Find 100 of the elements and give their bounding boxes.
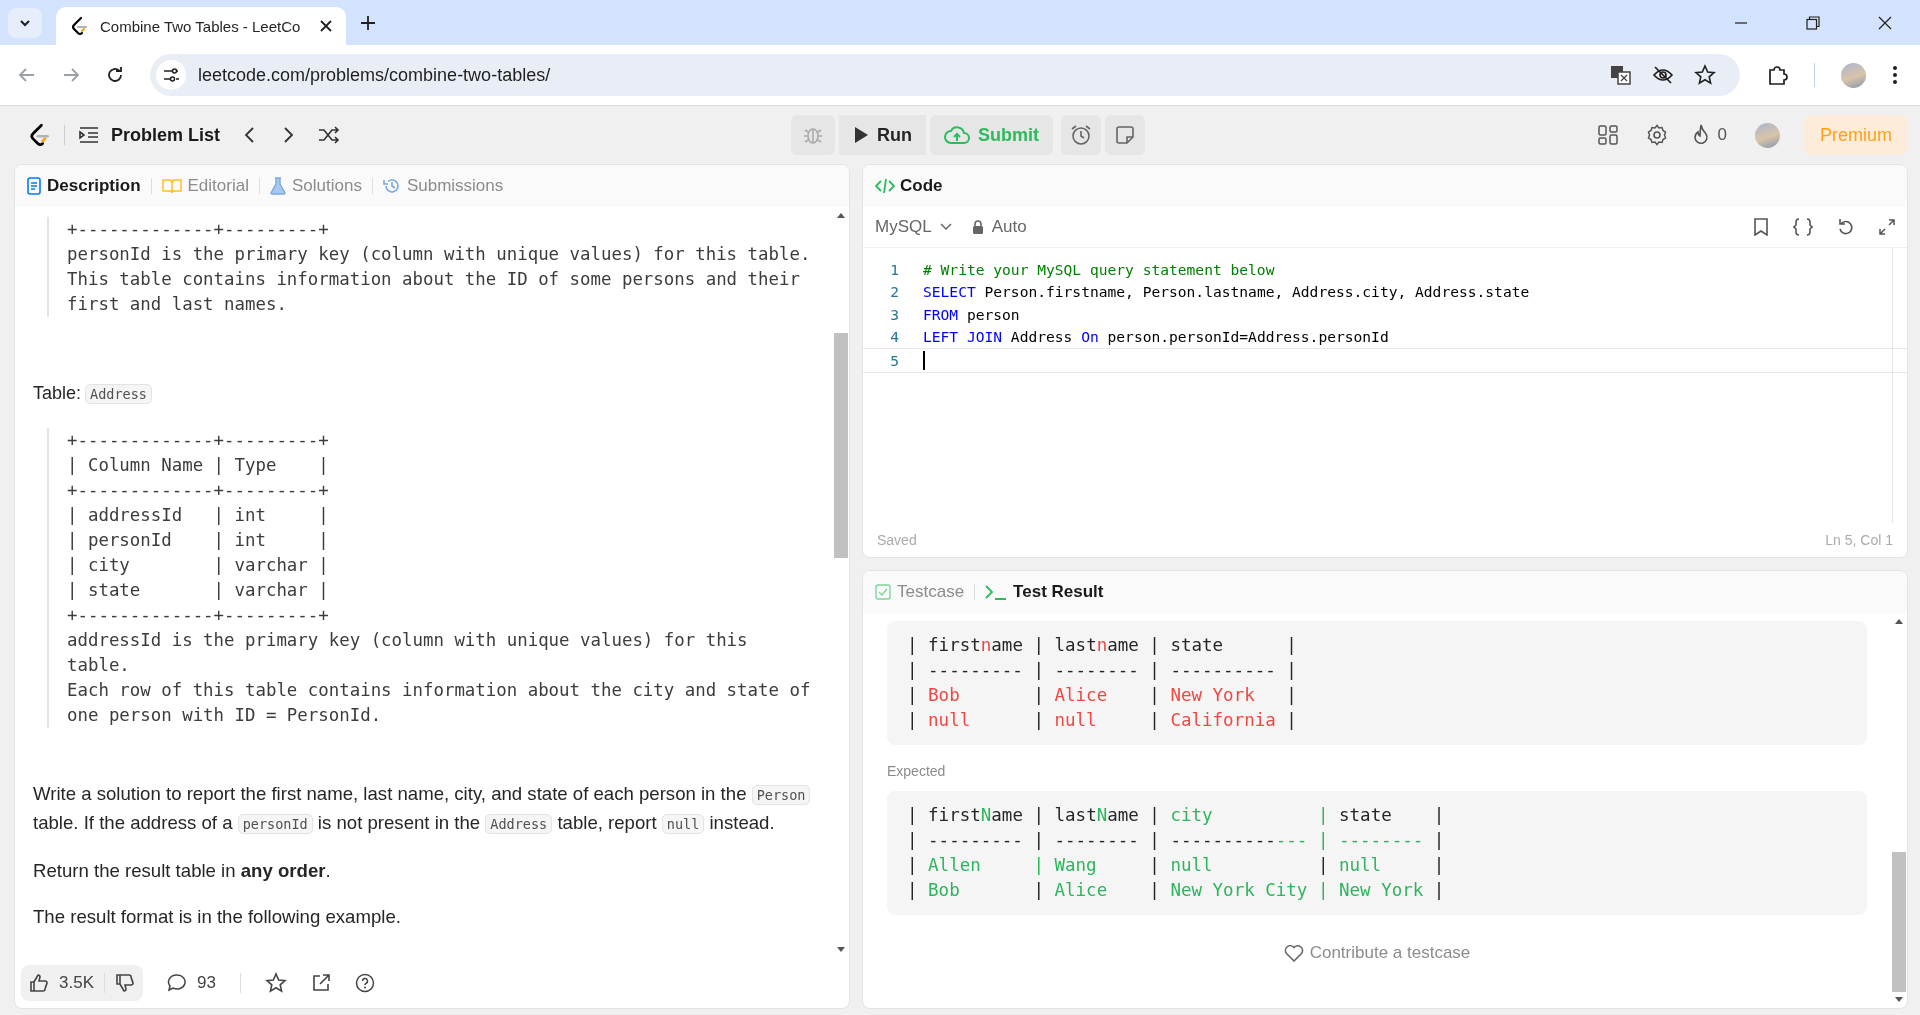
expected-line: | Bob | Alice | New York City | New York | [907, 879, 1446, 902]
close-icon[interactable] [1878, 15, 1892, 30]
preformatted-line: This table contains information about the ID of some persons and their [67, 268, 801, 291]
paragraph: Write a solution to report the first name, last name, city, and state of each person in the Person table. If the address of a personId is not present in the Address table, report null instead. [33, 780, 815, 838]
logo-icon [70, 16, 88, 36]
flame-icon [1691, 124, 1710, 146]
layout-icon[interactable] [1597, 125, 1618, 145]
preformatted-line: | Column Name | Type | [67, 454, 330, 477]
cursor-position: Ln 5, Col 1 [1825, 532, 1893, 548]
dislike-button[interactable] [115, 973, 135, 993]
preformatted-line: one person with ID = PersonId. [67, 704, 383, 727]
lock-icon [971, 220, 984, 234]
preformatted-line: table. [67, 654, 131, 677]
comments-button[interactable]: 93 [167, 973, 216, 993]
expected-line: | --------- | -------- | ------------- | -------- | [907, 829, 1446, 852]
scrollbar-thumb[interactable] [1892, 852, 1906, 992]
contribute-testcase-link[interactable]: Contribute a testcase [1283, 943, 1471, 963]
puzzle-icon[interactable] [1766, 64, 1788, 86]
preformatted-line: | state | varchar | [67, 579, 330, 602]
star-icon[interactable] [264, 972, 287, 994]
forward-icon[interactable] [62, 66, 80, 84]
timer-button[interactable] [1061, 115, 1101, 155]
expected-line: | Allen | Wang | null | null | [907, 854, 1446, 877]
scrollbar-thumb[interactable] [834, 333, 848, 558]
code-line: SELECT Person.firstname, Person.lastname, Address.city, Address.state [923, 283, 1530, 301]
save-status: Saved [877, 532, 917, 548]
braces-icon[interactable] [1793, 218, 1813, 236]
preformatted-line: | personId | int | [67, 529, 330, 552]
reload-icon[interactable] [106, 66, 124, 84]
history-icon [382, 177, 401, 195]
output-line: | --------- | -------- | ---------- | [907, 659, 1298, 682]
output-line: | null | null | California | [907, 709, 1298, 732]
preformatted-line: addressId is the primary key (column with unique values) for this [67, 629, 749, 652]
scroll-down-icon[interactable] [1894, 996, 1904, 1004]
tab-title: Combine Two Tables - LeetCo [100, 17, 302, 35]
settings-icon[interactable] [1645, 124, 1668, 146]
shuffle-icon[interactable] [318, 126, 341, 144]
share-icon[interactable] [310, 973, 331, 993]
restore-icon[interactable] [1806, 15, 1820, 30]
problem-list-button[interactable]: Problem List [79, 124, 221, 146]
document-icon [27, 177, 41, 195]
bookmark-icon[interactable] [1753, 218, 1769, 236]
help-icon[interactable] [354, 973, 375, 993]
panel-tab[interactable]: Description [27, 176, 141, 196]
output-line: | firstname | lastname | state | [907, 634, 1298, 657]
run-button[interactable]: Run [839, 115, 926, 155]
back-icon[interactable] [18, 66, 36, 84]
terminal-icon [985, 584, 1008, 600]
preformatted-line: +-------------+---------+ [67, 218, 330, 241]
preformatted-line: | addressId | int | [67, 504, 330, 527]
note-icon [1115, 125, 1135, 145]
code-line: FROM person [923, 305, 1020, 323]
tab-search-button[interactable] [8, 7, 42, 38]
play-icon [853, 126, 869, 144]
browser-tab[interactable]: Combine Two Tables - LeetCo [56, 7, 346, 45]
expand-icon[interactable] [1879, 219, 1895, 235]
thumbs-up-icon [29, 973, 49, 993]
book-icon [161, 178, 182, 194]
reset-icon[interactable] [1837, 218, 1855, 236]
preformatted-line: +-------------+---------+ [67, 429, 330, 452]
code-editor[interactable]: 1 # Write your MySQL query statement below 2 SELECT Person.firstname, Person.lastname, Address.city, Address.state 3 FROM person 4 LEFT JOIN Address On person.personId=Address.personId 5 [863, 248, 1907, 523]
address-bar[interactable]: leetcode.com/problems/combine-two-tables/ [150, 54, 1740, 96]
star-icon[interactable] [1694, 64, 1716, 86]
language-dropdown[interactable]: MySQL [875, 217, 952, 237]
line-number: 3 [889, 305, 899, 323]
expected-line: | firstName | lastName | city | state | [907, 804, 1446, 827]
expected-label: Expected [887, 763, 947, 779]
translate-icon[interactable] [1610, 64, 1632, 86]
preformatted-line: +-------------+---------+ [67, 479, 330, 502]
paragraph: The result format is in the following example. [33, 905, 402, 929]
preformatted-line: first and last names. [67, 293, 288, 316]
alarm-clock-icon [1070, 124, 1092, 146]
list-icon [79, 126, 99, 144]
url-text: leetcode.com/problems/combine-two-tables/ [198, 64, 551, 86]
text-cursor [923, 350, 925, 370]
line-number: 2 [889, 283, 899, 301]
new-tab-icon[interactable] [360, 14, 376, 31]
streak-counter[interactable]: 0 [1691, 124, 1727, 146]
close-icon[interactable] [320, 20, 332, 32]
scroll-up-icon[interactable] [1894, 617, 1904, 625]
line-number: 4 [889, 328, 899, 346]
eye-slash-icon[interactable] [1652, 64, 1674, 86]
site-settings-icon[interactable] [156, 60, 186, 90]
heart-icon [1283, 944, 1304, 962]
table-label: Table: [33, 383, 82, 404]
note-button[interactable] [1105, 115, 1145, 155]
more-icon[interactable] [1892, 65, 1898, 85]
scroll-up-icon[interactable] [836, 211, 846, 219]
comment-icon [167, 973, 187, 993]
scroll-down-icon[interactable] [836, 946, 846, 954]
panel-tab[interactable]: Test Result [985, 582, 1104, 602]
auto-mode-label[interactable]: Auto [971, 217, 1027, 237]
preformatted-line: Each row of this table contains information about the city and state of [67, 679, 812, 702]
code-line: LEFT JOIN Address On person.personId=Address.personId [923, 328, 1389, 346]
inline-code: Address [85, 383, 152, 404]
logo-icon[interactable] [28, 122, 50, 148]
panel-title: Code [875, 176, 943, 196]
cloud-upload-icon [944, 125, 970, 145]
code-line: # Write your MySQL query statement below [923, 260, 1275, 278]
chevron-down-icon [939, 223, 952, 231]
